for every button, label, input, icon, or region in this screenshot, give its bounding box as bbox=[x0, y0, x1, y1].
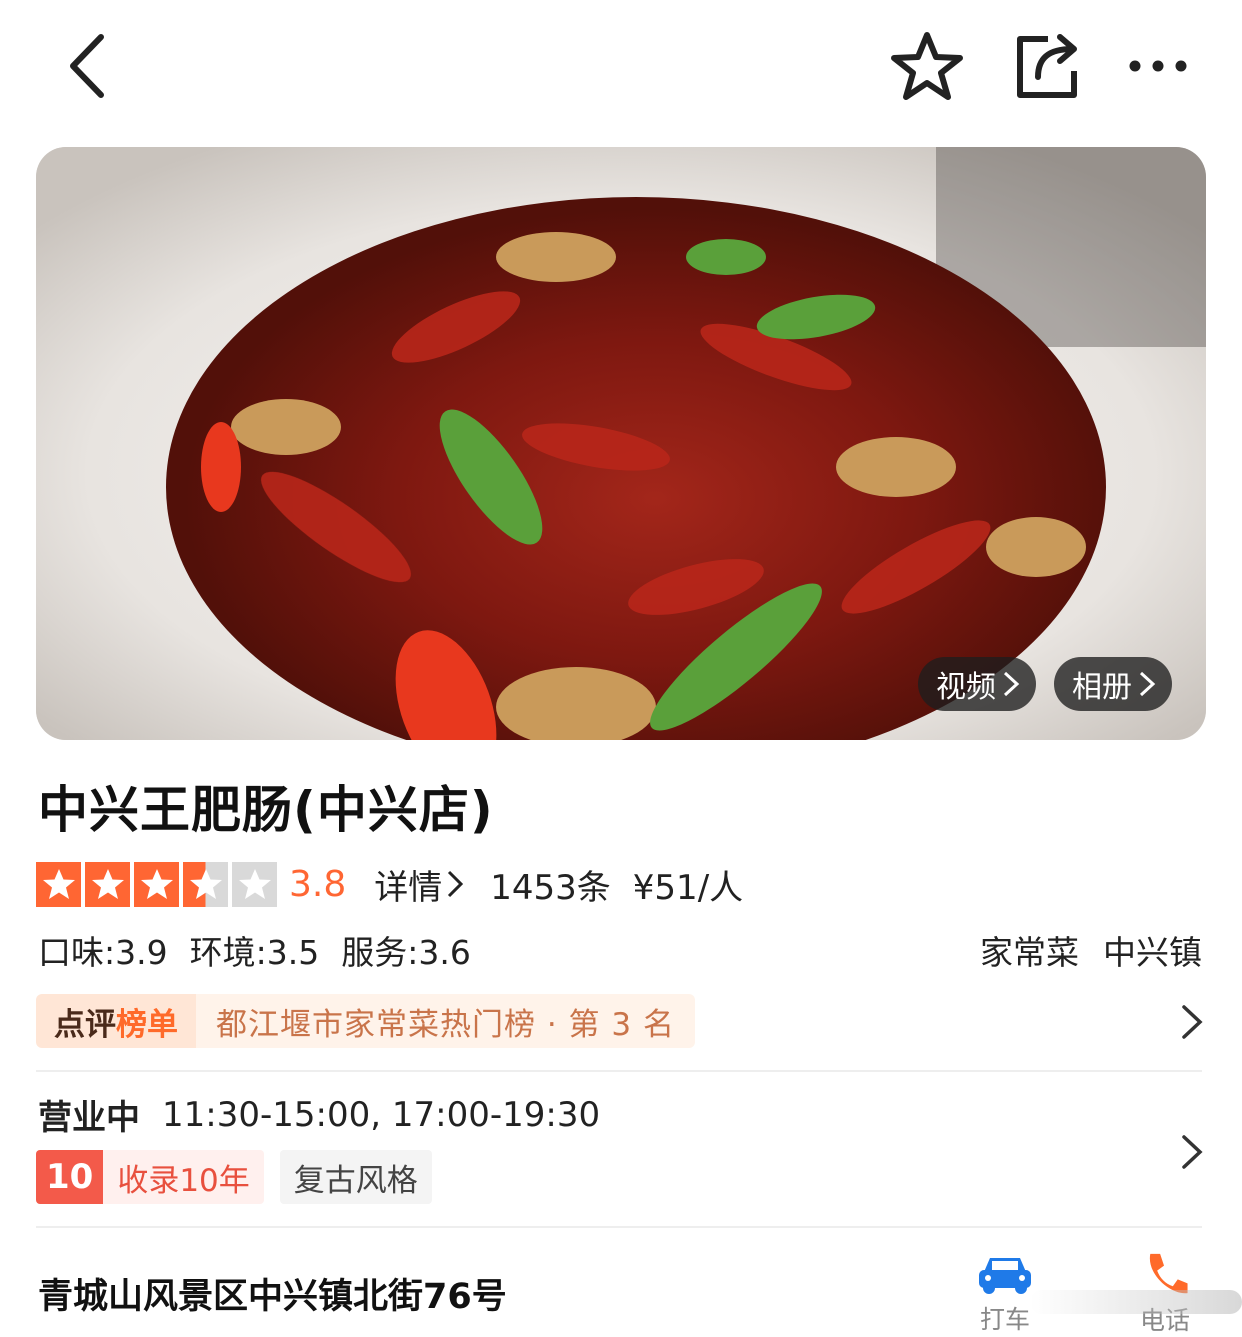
rank-badge: 点评 榜单 bbox=[36, 994, 196, 1048]
chevron-right-icon[interactable] bbox=[1176, 1132, 1206, 1172]
album-button[interactable]: 相册 bbox=[1054, 657, 1172, 711]
years-text: 收录10年 bbox=[117, 1162, 250, 1199]
open-status: 营业中 bbox=[38, 1098, 140, 1138]
chevron-left-icon bbox=[70, 34, 104, 98]
watermark-overlay bbox=[1030, 1290, 1242, 1314]
more-button[interactable] bbox=[1118, 28, 1198, 104]
chevron-right-icon bbox=[1003, 671, 1020, 697]
rank-badge-right: 榜单 bbox=[116, 1006, 178, 1043]
rating-row: 3.8 详情 1453条 ¥51/人 bbox=[36, 858, 743, 910]
star-icon bbox=[91, 869, 124, 899]
years-number: 10 bbox=[36, 1150, 104, 1204]
sub-scores: 口味:3.9 环境:3.5 服务:3.6 bbox=[38, 926, 471, 974]
cuisine-tag[interactable]: 家常菜 bbox=[980, 926, 1079, 974]
taxi-label: 打车 bbox=[979, 1305, 1030, 1334]
star-outline-icon bbox=[891, 32, 963, 100]
taxi-button[interactable]: 打车 bbox=[970, 1250, 1040, 1337]
rating-score: 3.8 bbox=[289, 863, 347, 905]
star-icon bbox=[189, 869, 222, 899]
chevron-right-icon[interactable] bbox=[1176, 1002, 1206, 1042]
star-rating-star bbox=[134, 861, 179, 907]
hours-time: 11:30-15:00, 17:00-19:30 bbox=[162, 1094, 601, 1135]
service-score: 服务:3.6 bbox=[341, 933, 471, 972]
rank-banner[interactable]: 点评 榜单 都江堰市家常菜热门榜 · 第 3 名 bbox=[36, 994, 695, 1048]
area-tag[interactable]: 中兴镇 bbox=[1103, 926, 1202, 974]
chevron-right-icon bbox=[448, 870, 464, 898]
chevron-right-icon bbox=[1139, 671, 1156, 697]
business-hours[interactable]: 营业中 11:30-15:00, 17:00-19:30 bbox=[38, 1090, 600, 1139]
star-icon bbox=[140, 869, 173, 899]
favorite-button[interactable] bbox=[884, 28, 970, 104]
rating-detail-label: 详情 bbox=[374, 867, 443, 908]
back-button[interactable] bbox=[52, 28, 122, 104]
shop-badges: 10 收录10年 复古风格 bbox=[36, 1150, 432, 1204]
taste-score: 口味:3.9 bbox=[38, 933, 168, 972]
star-icon bbox=[42, 869, 75, 899]
video-button[interactable]: 视频 bbox=[918, 657, 1036, 711]
rank-text: 都江堰市家常菜热门榜 · 第 3 名 bbox=[196, 994, 695, 1048]
album-label: 相册 bbox=[1072, 670, 1132, 705]
rank-badge-left: 点评 bbox=[54, 1006, 116, 1043]
food-photo-illustration bbox=[36, 147, 1206, 740]
star-rating-star bbox=[85, 861, 130, 907]
review-count[interactable]: 1453条 bbox=[490, 860, 611, 909]
star-rating-star bbox=[183, 861, 228, 907]
car-icon bbox=[979, 1258, 1031, 1294]
star-rating-star bbox=[232, 861, 277, 907]
star-icon bbox=[238, 869, 271, 899]
environment-score: 环境:3.5 bbox=[189, 933, 320, 972]
ellipsis-icon bbox=[1129, 60, 1187, 72]
shop-tags: 家常菜 中兴镇 bbox=[980, 926, 1202, 974]
rating-detail-link[interactable]: 详情 bbox=[374, 860, 464, 909]
style-tag: 复古风格 bbox=[279, 1150, 432, 1204]
divider bbox=[36, 1070, 1202, 1072]
share-icon bbox=[1017, 34, 1077, 98]
divider bbox=[36, 1226, 1202, 1228]
shop-name: 中兴王肥肠(中兴店) bbox=[38, 781, 494, 839]
avg-price: ¥51/人 bbox=[632, 867, 744, 908]
top-nav-bar bbox=[0, 0, 1242, 130]
video-label: 视频 bbox=[936, 670, 996, 705]
share-button[interactable] bbox=[1004, 28, 1090, 104]
years-badge: 10 收录10年 bbox=[36, 1150, 264, 1204]
star-rating-star bbox=[36, 861, 81, 907]
shop-address[interactable]: 青城山风景区中兴镇北街76号 bbox=[38, 1268, 507, 1319]
shop-detail-page: 视频 相册 中兴王肥肠(中兴店) 3.8 详情 1453条 ¥51/人 口味:3… bbox=[0, 0, 1242, 1337]
hero-photo[interactable]: 视频 相册 bbox=[36, 147, 1206, 740]
star-rating bbox=[36, 861, 277, 907]
